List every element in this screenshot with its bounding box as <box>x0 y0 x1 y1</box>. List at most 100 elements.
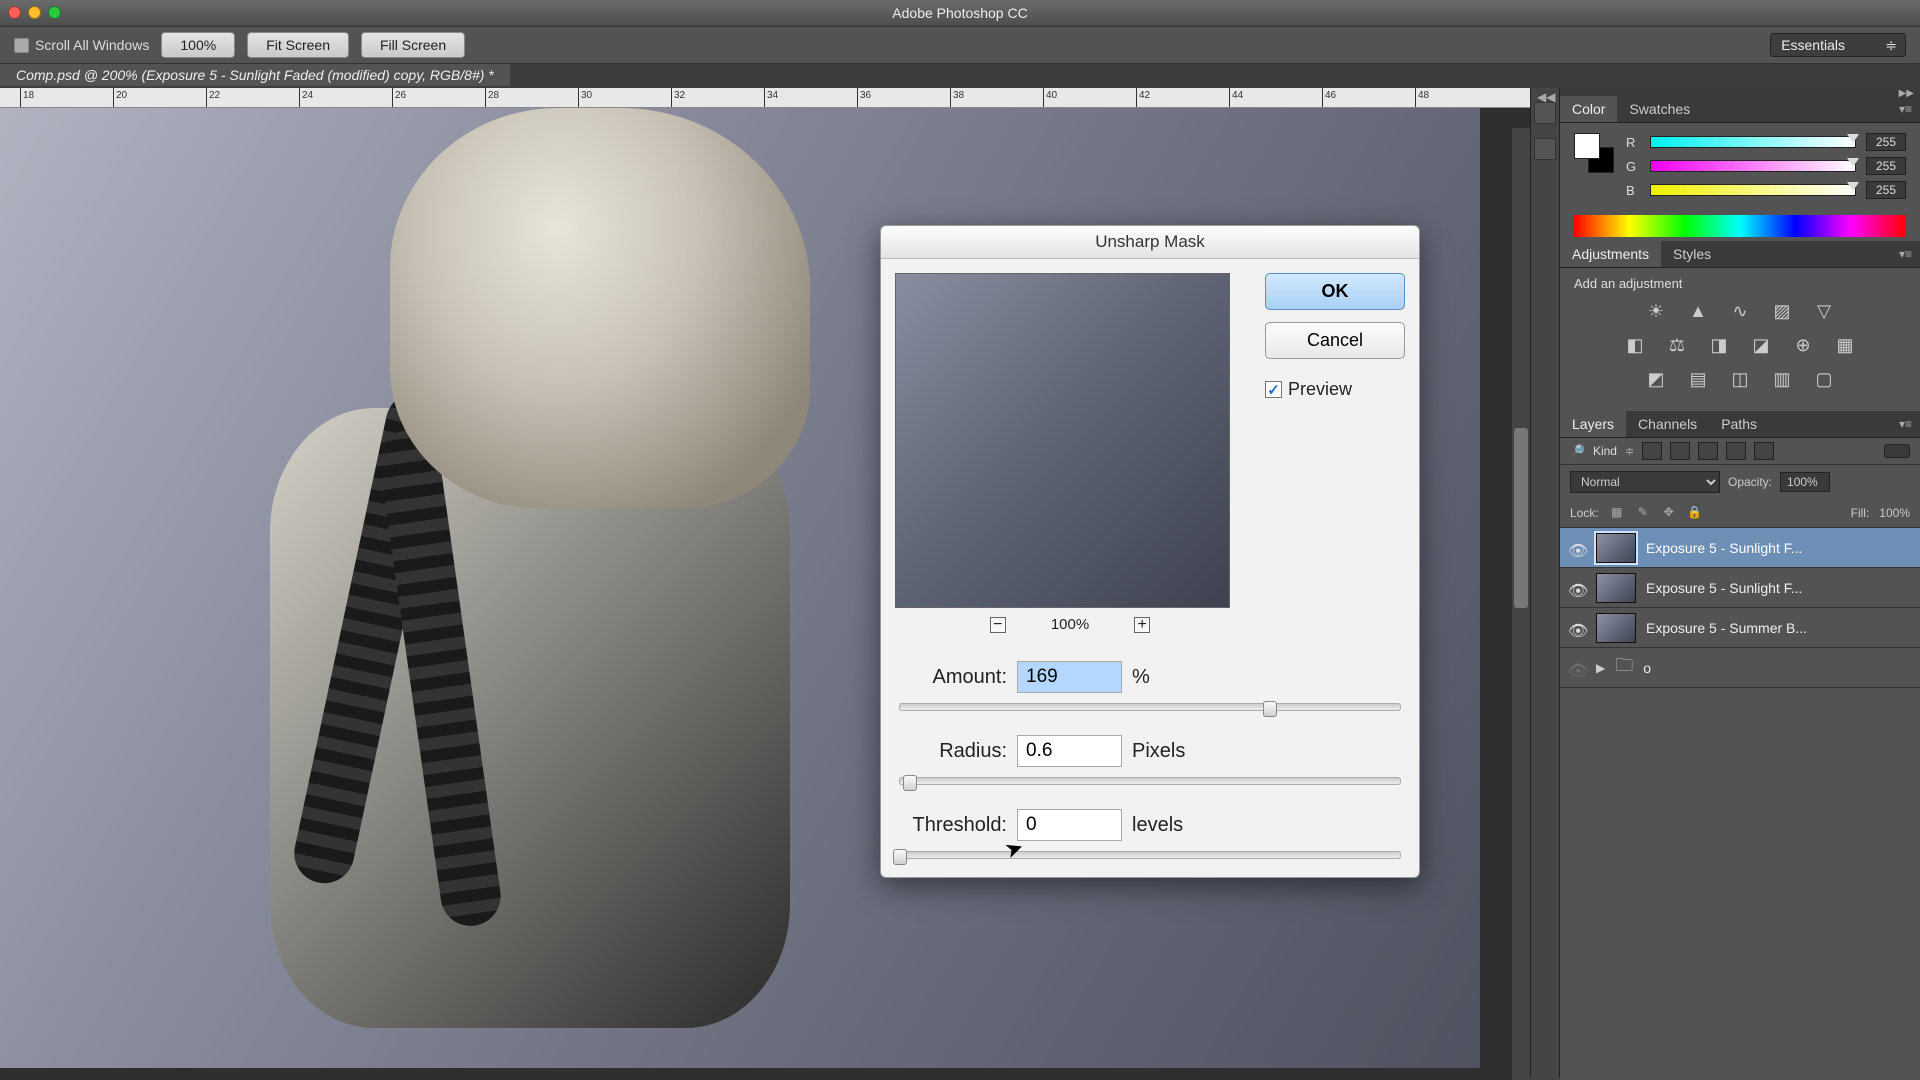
photo-filter-icon[interactable]: ◪ <box>1749 335 1773 355</box>
zoom-100-button[interactable]: 100% <box>161 32 235 58</box>
zoom-in-button[interactable]: + <box>1134 617 1150 633</box>
collapse-panels-icon[interactable]: ▶▶ <box>1560 88 1920 96</box>
fill-value[interactable]: 100% <box>1879 506 1910 520</box>
visibility-eye-icon[interactable]: 👁 <box>1568 581 1586 595</box>
lock-pixels-icon[interactable]: ✎ <box>1635 505 1651 521</box>
layer-name[interactable]: Exposure 5 - Sunlight F... <box>1646 580 1912 596</box>
minimize-window-button[interactable] <box>28 6 41 19</box>
slider-thumb[interactable] <box>1263 701 1277 717</box>
invert-icon[interactable]: ◩ <box>1644 369 1668 389</box>
g-slider[interactable] <box>1650 160 1856 172</box>
foreground-background-swatches[interactable] <box>1574 133 1614 173</box>
zoom-out-button[interactable]: − <box>990 617 1006 633</box>
layer-name[interactable]: Exposure 5 - Summer B... <box>1646 620 1912 636</box>
scroll-all-windows-option[interactable]: Scroll All Windows <box>14 37 149 53</box>
panel-menu-icon[interactable]: ▾≡ <box>1891 417 1920 431</box>
amount-slider[interactable] <box>899 703 1401 711</box>
filter-pixel-icon[interactable] <box>1642 442 1662 460</box>
levels-icon[interactable]: ▲ <box>1686 301 1710 321</box>
blend-mode-select[interactable]: Normal <box>1570 471 1720 493</box>
vertical-scrollbar[interactable] <box>1512 128 1530 1080</box>
workspace-selector[interactable]: Essentials ≑ <box>1770 33 1906 57</box>
folder-caret-icon[interactable]: ▶ <box>1596 661 1605 675</box>
layer-row[interactable]: 👁 Exposure 5 - Sunlight F... <box>1560 528 1920 568</box>
opacity-value[interactable]: 100% <box>1780 472 1830 492</box>
r-value[interactable]: 255 <box>1866 133 1906 151</box>
panel-menu-icon[interactable]: ▾≡ <box>1891 247 1920 261</box>
visibility-eye-icon[interactable]: 👁 <box>1568 541 1586 555</box>
channel-mixer-icon[interactable]: ⊕ <box>1791 335 1815 355</box>
checkbox-icon[interactable] <box>14 38 29 53</box>
checkbox-checked-icon[interactable]: ✓ <box>1265 381 1282 398</box>
navigator-panel-icon[interactable] <box>1534 138 1556 160</box>
layer-name[interactable]: Exposure 5 - Sunlight F... <box>1646 540 1912 556</box>
close-window-button[interactable] <box>8 6 21 19</box>
layer-name[interactable]: o <box>1643 660 1912 676</box>
fill-screen-button[interactable]: Fill Screen <box>361 32 465 58</box>
b-value[interactable]: 255 <box>1866 181 1906 199</box>
r-slider[interactable] <box>1650 136 1856 148</box>
tab-channels[interactable]: Channels <box>1626 411 1709 437</box>
slider-thumb[interactable] <box>1847 158 1859 167</box>
panel-menu-icon[interactable]: ▾≡ <box>1891 102 1920 116</box>
layer-group-row[interactable]: 👁▶🗀o <box>1560 648 1920 688</box>
tab-styles[interactable]: Styles <box>1661 241 1723 267</box>
color-lookup-icon[interactable]: ▦ <box>1833 335 1857 355</box>
slider-thumb[interactable] <box>893 849 907 865</box>
filter-adjustment-icon[interactable] <box>1670 442 1690 460</box>
layer-row[interactable]: 👁 Exposure 5 - Summer B... <box>1560 608 1920 648</box>
hue-saturation-icon[interactable]: ◧ <box>1623 335 1647 355</box>
exposure-icon[interactable]: ▨ <box>1770 301 1794 321</box>
fit-screen-button[interactable]: Fit Screen <box>247 32 349 58</box>
foreground-color-swatch[interactable] <box>1574 133 1600 159</box>
visibility-eye-icon[interactable]: 👁 <box>1568 621 1586 635</box>
tab-layers[interactable]: Layers <box>1560 411 1626 437</box>
filter-preview[interactable] <box>895 273 1230 608</box>
filter-smart-icon[interactable] <box>1754 442 1774 460</box>
visibility-eye-icon[interactable]: 👁 <box>1568 661 1586 675</box>
g-value[interactable]: 255 <box>1866 157 1906 175</box>
amount-input[interactable] <box>1017 661 1122 693</box>
tab-color[interactable]: Color <box>1560 96 1617 122</box>
ok-button[interactable]: OK <box>1265 273 1405 310</box>
layer-thumbnail[interactable] <box>1596 613 1636 643</box>
layer-row[interactable]: 👁 Exposure 5 - Sunlight F... <box>1560 568 1920 608</box>
curves-icon[interactable]: ∿ <box>1728 301 1752 321</box>
radius-input[interactable] <box>1017 735 1122 767</box>
lock-all-icon[interactable]: 🔒 <box>1687 505 1703 521</box>
zoom-window-button[interactable] <box>48 6 61 19</box>
threshold-slider[interactable] <box>899 851 1401 859</box>
threshold-input[interactable] <box>1017 809 1122 841</box>
tab-paths[interactable]: Paths <box>1709 411 1769 437</box>
posterize-icon[interactable]: ▤ <box>1686 369 1710 389</box>
filter-toggle[interactable] <box>1884 444 1910 458</box>
expand-panels-icon[interactable]: ◀◀ <box>1537 90 1555 104</box>
slider-thumb[interactable] <box>1847 134 1859 143</box>
layer-thumbnail[interactable] <box>1596 573 1636 603</box>
tab-adjustments[interactable]: Adjustments <box>1560 241 1661 267</box>
scrollbar-thumb[interactable] <box>1514 428 1528 608</box>
histogram-panel-icon[interactable] <box>1534 102 1556 124</box>
vibrance-icon[interactable]: ▽ <box>1812 301 1836 321</box>
brightness-contrast-icon[interactable]: ☀ <box>1644 301 1668 321</box>
layer-thumbnail[interactable] <box>1596 533 1636 563</box>
b-slider[interactable] <box>1650 184 1856 196</box>
preview-checkbox[interactable]: ✓ Preview <box>1265 379 1405 400</box>
color-balance-icon[interactable]: ⚖ <box>1665 335 1689 355</box>
black-white-icon[interactable]: ◨ <box>1707 335 1731 355</box>
layer-filter-kind[interactable]: Kind <box>1593 444 1617 458</box>
gradient-map-icon[interactable]: ▥ <box>1770 369 1794 389</box>
slider-thumb[interactable] <box>903 775 917 791</box>
filter-shape-icon[interactable] <box>1726 442 1746 460</box>
threshold-icon[interactable]: ◫ <box>1728 369 1752 389</box>
slider-thumb[interactable] <box>1847 182 1859 191</box>
filter-type-icon[interactable] <box>1698 442 1718 460</box>
lock-transparency-icon[interactable]: ▦ <box>1609 505 1625 521</box>
color-spectrum[interactable] <box>1574 215 1906 237</box>
document-tab[interactable]: Comp.psd @ 200% (Exposure 5 - Sunlight F… <box>0 64 510 86</box>
lock-position-icon[interactable]: ✥ <box>1661 505 1677 521</box>
tab-swatches[interactable]: Swatches <box>1617 96 1702 122</box>
dialog-title[interactable]: Unsharp Mask <box>881 226 1419 259</box>
selective-color-icon[interactable]: ▢ <box>1812 369 1836 389</box>
cancel-button[interactable]: Cancel <box>1265 322 1405 359</box>
